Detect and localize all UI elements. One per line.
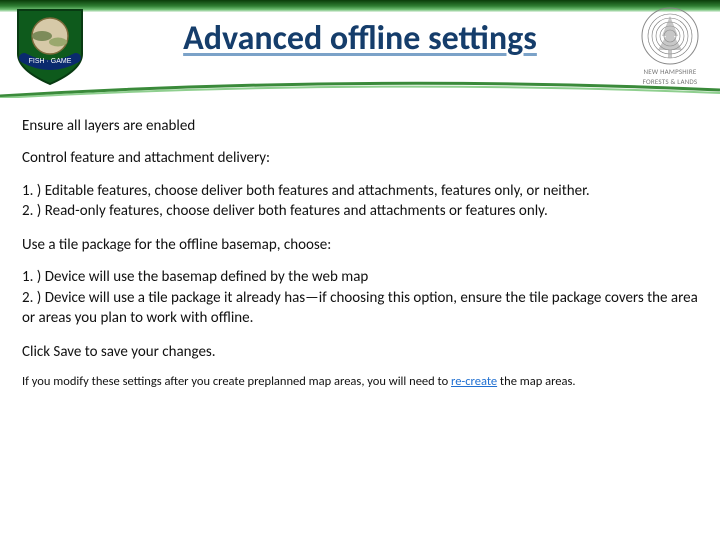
header-top-bar [0, 0, 720, 12]
footnote-post: the map areas. [497, 374, 575, 389]
text-click-save: Click Save to save your changes. [22, 342, 698, 362]
text-control-delivery: Control feature and attachment delivery: [22, 148, 698, 168]
slide-body: Ensure all layers are enabled Control fe… [0, 100, 720, 413]
text-readonly-features: 2. ) Read-only features, choose deliver … [22, 201, 698, 221]
forests-lands-logo: NEW HAMPSHIRE FORESTS & LANDS [630, 6, 710, 85]
logo-banner-text: FISH · GAME [29, 58, 72, 65]
recreate-link[interactable]: re-create [451, 374, 497, 389]
fish-game-logo: FISH · GAME [14, 6, 86, 86]
text-footnote: If you modify these settings after you c… [22, 374, 698, 391]
text-ensure-layers: Ensure all layers are enabled [22, 116, 698, 136]
page-title: Advanced offline settings [183, 18, 537, 59]
header-divider-curve [0, 80, 720, 98]
logo-right-line1: NEW HAMPSHIRE [630, 68, 710, 76]
slide-header: FISH · GAME Advanced offline settings NE… [0, 0, 720, 100]
tree-seal-icon [640, 6, 700, 66]
text-editable-features: 1. ) Editable features, choose deliver b… [22, 181, 698, 201]
text-device-webmap: 1. ) Device will use the basemap defined… [22, 267, 698, 287]
footnote-pre: If you modify these settings after you c… [22, 374, 451, 389]
text-device-tilepkg: 2. ) Device will use a tile package it a… [22, 288, 698, 329]
shield-icon: FISH · GAME [14, 6, 86, 86]
text-tile-package: Use a tile package for the offline basem… [22, 235, 698, 255]
